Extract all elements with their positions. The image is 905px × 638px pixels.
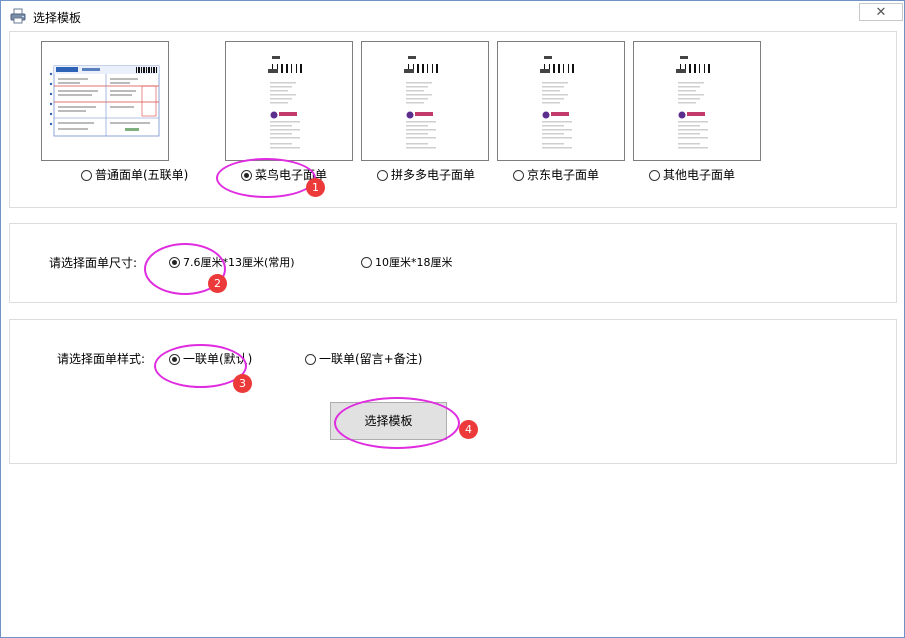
size-label: 请选择面单尺寸:: [49, 256, 138, 270]
title-bar: 选择模板 ✕: [1, 1, 904, 31]
preview-header-text: [680, 56, 688, 59]
radio-label: 一联单(留言+备注): [319, 352, 423, 366]
radio-style-remarks[interactable]: 一联单(留言+备注): [305, 350, 422, 367]
style-panel: [9, 319, 897, 464]
template-preview-other[interactable]: [633, 41, 761, 161]
step-badge-3: 3: [233, 374, 252, 393]
radio-label: 其他电子面单: [663, 168, 736, 182]
preview-logo-text: [687, 112, 705, 116]
highlight-ring-1: [216, 158, 316, 198]
preview-logo-mark: [270, 111, 278, 119]
close-button[interactable]: ✕: [859, 3, 903, 21]
preview-header-text: [544, 56, 552, 59]
radio-label: 京东电子面单: [527, 168, 600, 182]
preview-text-lines: [542, 82, 568, 104]
template-preview-jingdong[interactable]: [497, 41, 625, 161]
template-preview-cainiao[interactable]: [225, 41, 353, 161]
preview-footer-lines: [542, 121, 572, 149]
radio-template-pinduoduo[interactable]: 拼多多电子面单: [377, 166, 475, 183]
waybill-preview-image: [268, 56, 302, 149]
radio-indicator: [81, 170, 92, 181]
preview-logo-mark: [678, 111, 686, 119]
printer-icon: [10, 8, 26, 24]
waybill-preview-image: [676, 56, 710, 149]
preview-code-text: [404, 69, 414, 73]
radio-template-other[interactable]: 其他电子面单: [649, 166, 735, 183]
radio-label: 10厘米*18厘米: [375, 256, 453, 269]
style-label: 请选择面单样式:: [57, 352, 146, 366]
waybill-preview-image: [404, 56, 438, 149]
preview-footer-lines: [678, 121, 708, 149]
highlight-ring-4: [334, 397, 460, 449]
radio-indicator: [377, 170, 388, 181]
template-preview-standard[interactable]: [41, 41, 169, 161]
radio-indicator: [305, 354, 316, 365]
preview-logo-mark: [406, 111, 414, 119]
template-dialog: 选择模板 ✕ 普通面单(五联单) 菜鸟电子面单 拼多多电子面单 京东电子面单 其…: [0, 0, 905, 638]
radio-label: 普通面单(五联单): [95, 168, 189, 182]
radio-indicator: [513, 170, 524, 181]
preview-footer-lines: [406, 121, 436, 149]
waybill-preview-image: [49, 65, 160, 137]
radio-size-10x18[interactable]: 10厘米*18厘米: [361, 254, 453, 270]
preview-code-text: [268, 69, 278, 73]
step-badge-2: 2: [208, 274, 227, 293]
radio-label: 拼多多电子面单: [391, 168, 476, 182]
radio-indicator: [649, 170, 660, 181]
preview-footer-lines: [270, 121, 300, 149]
preview-code-text: [676, 69, 686, 73]
step-badge-1: 1: [306, 178, 325, 197]
preview-header-text: [272, 56, 280, 59]
radio-template-jingdong[interactable]: 京东电子面单: [513, 166, 599, 183]
preview-text-lines: [270, 82, 296, 104]
waybill-preview-image: [540, 56, 574, 149]
radio-template-standard[interactable]: 普通面单(五联单): [81, 166, 188, 183]
preview-text-lines: [406, 82, 432, 104]
window-title: 选择模板: [33, 11, 82, 25]
preview-logo-text: [551, 112, 569, 116]
preview-code-text: [540, 69, 550, 73]
preview-logo-text: [279, 112, 297, 116]
close-icon: ✕: [875, 5, 887, 20]
radio-indicator: [361, 257, 372, 268]
preview-text-lines: [678, 82, 704, 104]
preview-logo-text: [415, 112, 433, 116]
step-badge-4: 4: [459, 420, 478, 439]
preview-logo-mark: [542, 111, 550, 119]
preview-header-text: [408, 56, 416, 59]
size-panel: [9, 223, 897, 303]
template-preview-pinduoduo[interactable]: [361, 41, 489, 161]
